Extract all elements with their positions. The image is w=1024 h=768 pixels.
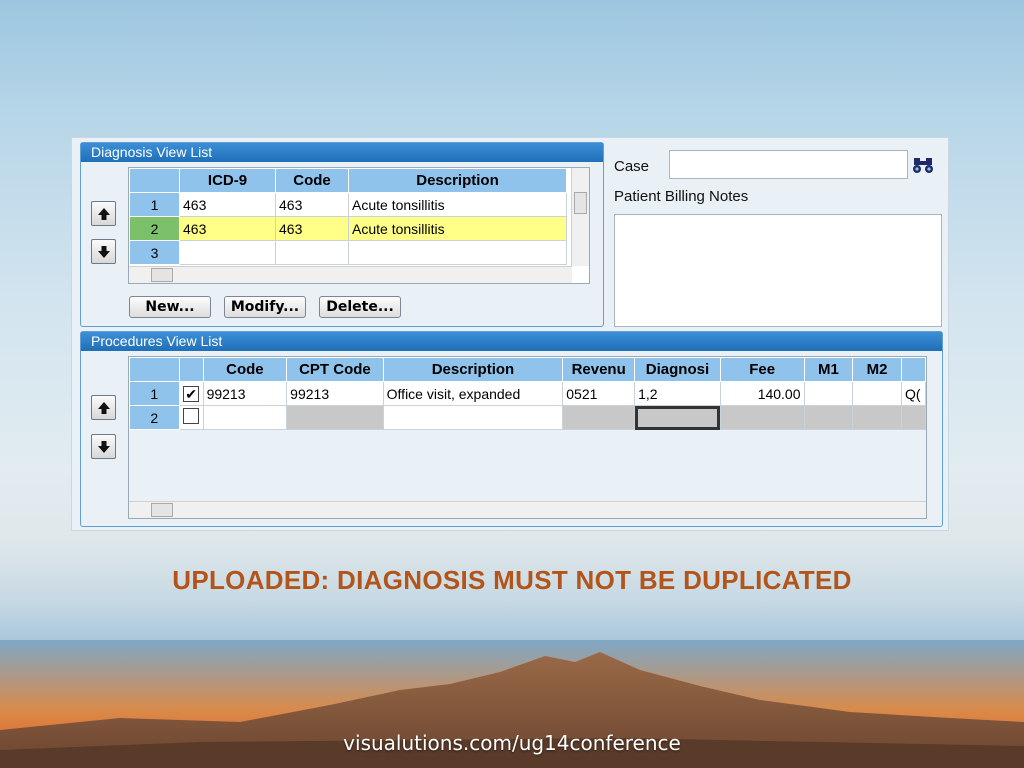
scroll-thumb[interactable] (574, 192, 587, 214)
case-label: Case (614, 158, 650, 175)
code-cell[interactable]: 99213 (202, 381, 288, 406)
row-number[interactable]: 3 (129, 240, 180, 265)
revenue-cell[interactable] (562, 405, 636, 430)
row-number[interactable]: 1 (129, 192, 180, 217)
code-cell[interactable] (202, 405, 288, 430)
diagnosis-group: Diagnosis View List ICD-9 Code Descripti… (80, 142, 604, 327)
fee-cell[interactable]: 140.00 (719, 381, 805, 406)
select-checkbox[interactable]: ✔ (178, 381, 204, 406)
checkbox-box (183, 408, 200, 424)
column-header-code[interactable]: Code (202, 357, 288, 382)
checkmark-icon: ✔ (183, 385, 200, 402)
column-header-code[interactable]: Code (275, 168, 349, 193)
modify-diagnosis-button[interactable]: Modify... (224, 296, 306, 318)
diagnosis-header-row: ICD-9 Code Description (129, 168, 567, 193)
column-header-m2[interactable]: M2 (852, 357, 902, 382)
procedures-horizontal-scrollbar[interactable] (129, 501, 926, 518)
code-cell[interactable]: 463 (275, 216, 349, 241)
column-header-select[interactable] (178, 357, 204, 382)
table-row-selected[interactable]: 2 463 463 Acute tonsillitis (129, 216, 567, 241)
description-cell[interactable]: Acute tonsillitis (348, 192, 567, 217)
fee-cell[interactable] (719, 405, 805, 430)
row-number[interactable]: 2 (129, 405, 180, 430)
select-checkbox[interactable] (178, 405, 204, 430)
row-number[interactable]: 2 (129, 216, 180, 241)
arrow-down-icon (97, 245, 110, 258)
m1-cell[interactable] (803, 381, 854, 406)
table-row[interactable]: 1 463 463 Acute tonsillitis (129, 192, 567, 217)
binoculars-icon (913, 157, 933, 173)
arrow-up-icon (97, 401, 110, 414)
revenue-cell[interactable]: 0521 (562, 381, 636, 406)
diagnosis-horizontal-scrollbar[interactable] (129, 266, 572, 283)
m2-cell[interactable] (852, 405, 902, 430)
table-row[interactable]: 2 (129, 405, 926, 430)
cpt-code-cell[interactable]: 99213 (286, 381, 384, 406)
arrow-up-icon (97, 207, 110, 220)
column-header-revenue[interactable]: Revenu (562, 357, 636, 382)
cpt-code-cell[interactable] (286, 405, 384, 430)
diagnosis-cell[interactable]: 1,2 (634, 381, 721, 406)
diagnosis-cell-focused[interactable] (634, 405, 721, 430)
procedures-move-up-button[interactable] (91, 395, 116, 420)
procedures-group-title: Procedures View List (81, 332, 942, 351)
column-header-cpt-code[interactable]: CPT Code (286, 357, 384, 382)
column-header-diagnosis[interactable]: Diagnosi (634, 357, 721, 382)
diagnosis-vertical-scrollbar[interactable] (571, 168, 589, 266)
row-number-header (129, 168, 180, 193)
arrow-down-icon (97, 440, 110, 453)
scroll-thumb[interactable] (151, 268, 173, 282)
diagnosis-move-up-button[interactable] (91, 201, 116, 226)
icd9-cell[interactable] (179, 240, 276, 265)
icd9-cell[interactable]: 463 (179, 216, 276, 241)
column-header-icd9[interactable]: ICD-9 (179, 168, 276, 193)
description-cell[interactable]: Acute tonsillitis (348, 216, 567, 241)
icd9-cell[interactable]: 463 (179, 192, 276, 217)
column-header-fee[interactable]: Fee (719, 357, 805, 382)
billing-notes-textarea[interactable] (614, 214, 942, 327)
procedures-group: Procedures View List Code CPT Code Descr… (80, 331, 943, 527)
case-input[interactable] (669, 150, 908, 179)
new-diagnosis-button[interactable]: New... (129, 296, 211, 318)
code-cell[interactable] (275, 240, 349, 265)
scroll-thumb[interactable] (151, 503, 173, 517)
table-row[interactable]: 1 ✔ 99213 99213 Office visit, expanded 0… (129, 381, 926, 406)
column-header-overflow[interactable] (900, 357, 926, 382)
column-header-m1[interactable]: M1 (803, 357, 854, 382)
column-header-description[interactable]: Description (348, 168, 567, 193)
row-number[interactable]: 1 (129, 381, 180, 406)
procedures-table: Code CPT Code Description Revenu Diagnos… (129, 357, 926, 430)
procedures-move-down-button[interactable] (91, 434, 116, 459)
table-row[interactable]: 3 (129, 240, 567, 265)
billing-panel: Diagnosis View List ICD-9 Code Descripti… (71, 137, 949, 531)
m2-cell[interactable] (852, 381, 902, 406)
overflow-cell[interactable] (900, 405, 926, 430)
code-cell[interactable]: 463 (275, 192, 349, 217)
row-number-header (129, 357, 180, 382)
column-header-description[interactable]: Description (382, 357, 564, 382)
procedures-grid: Code CPT Code Description Revenu Diagnos… (128, 356, 927, 519)
delete-diagnosis-button[interactable]: Delete... (319, 296, 401, 318)
description-cell[interactable] (348, 240, 567, 265)
diagnosis-table: ICD-9 Code Description 1 463 463 Acute t… (129, 168, 567, 265)
description-cell[interactable] (382, 405, 564, 430)
procedures-header-row: Code CPT Code Description Revenu Diagnos… (129, 357, 926, 382)
description-cell[interactable]: Office visit, expanded (382, 381, 564, 406)
footer-url: visualutions.com/ug14conference (343, 731, 681, 755)
m1-cell[interactable] (803, 405, 854, 430)
overflow-cell[interactable]: Q( (900, 381, 926, 406)
binoculars-search-button[interactable] (910, 151, 936, 178)
billing-notes-scrollbar[interactable] (923, 215, 941, 326)
diagnosis-move-down-button[interactable] (91, 239, 116, 264)
slide-headline: UPLOADED: DIAGNOSIS MUST NOT BE DUPLICAT… (172, 565, 852, 595)
diagnosis-grid: ICD-9 Code Description 1 463 463 Acute t… (128, 167, 590, 284)
billing-notes-label: Patient Billing Notes (614, 188, 749, 205)
diagnosis-group-title: Diagnosis View List (81, 143, 603, 162)
